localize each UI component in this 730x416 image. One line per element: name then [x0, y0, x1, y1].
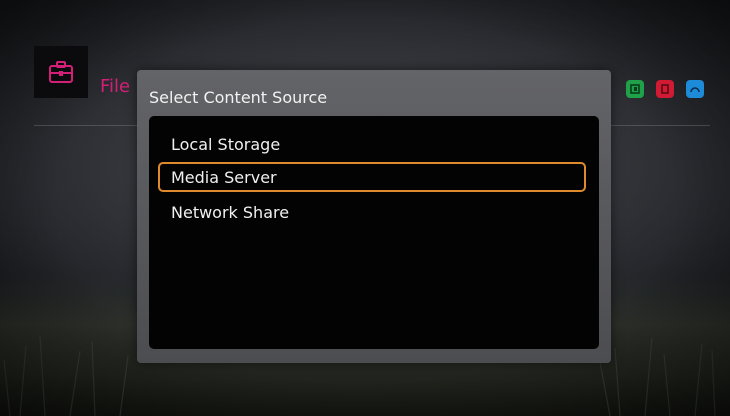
green-key-icon[interactable] — [626, 80, 644, 98]
option-local-storage[interactable]: Local Storage — [158, 129, 586, 159]
content-source-dialog: Select Content Source Local Storage Medi… — [137, 70, 611, 363]
page-title: File — [100, 76, 131, 97]
briefcase-icon — [34, 46, 88, 98]
red-key-icon[interactable] — [656, 80, 674, 98]
dialog-title: Select Content Source — [149, 88, 328, 107]
blue-key-icon[interactable] — [686, 80, 704, 98]
option-network-share[interactable]: Network Share — [158, 197, 586, 227]
options-panel: Local Storage Media Server Network Share — [149, 116, 599, 349]
option-media-server[interactable]: Media Server — [158, 162, 586, 192]
